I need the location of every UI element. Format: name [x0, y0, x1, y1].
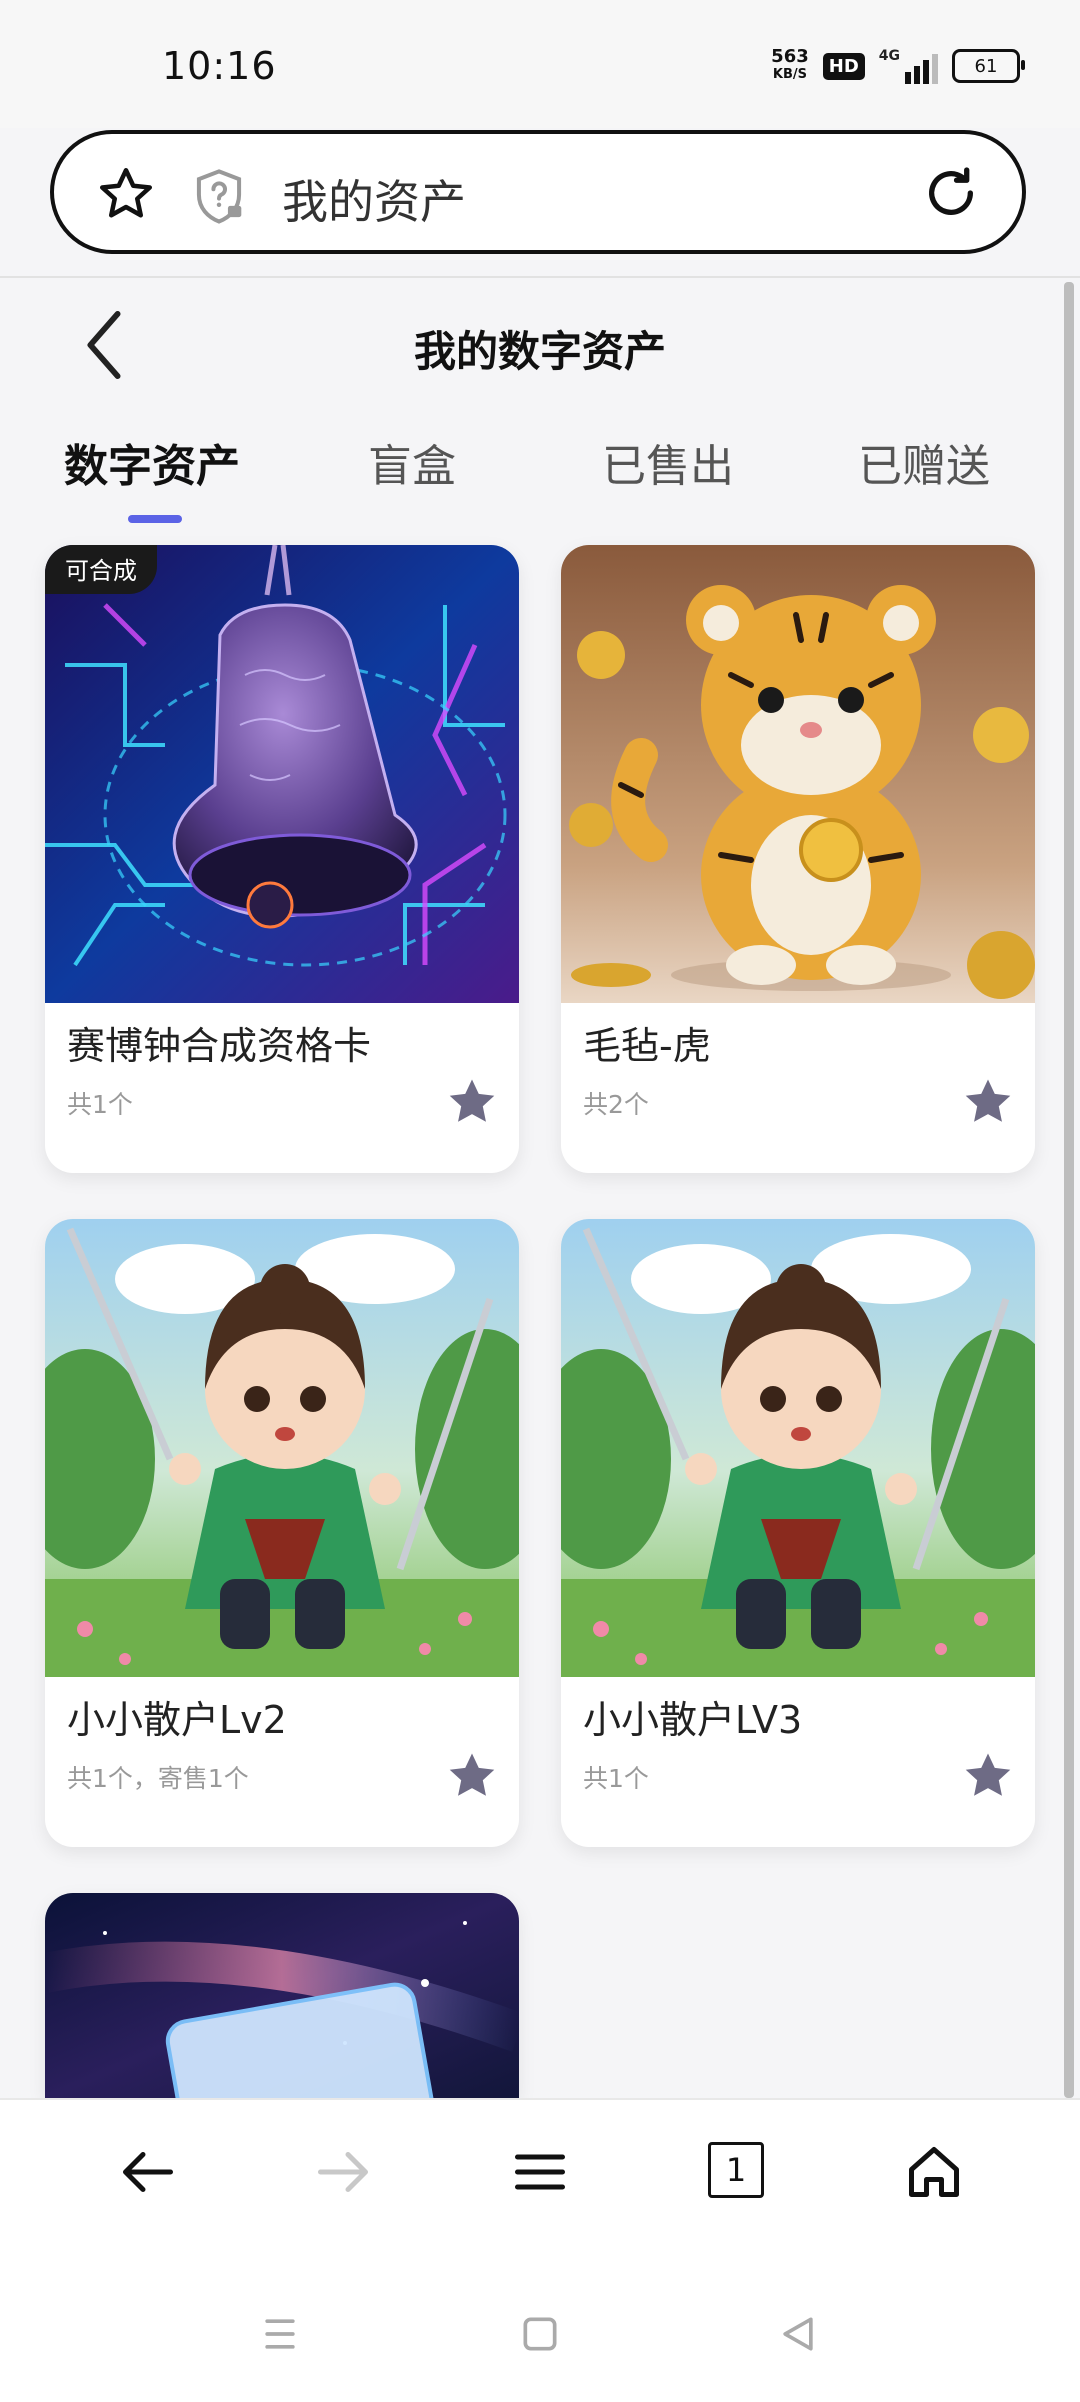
- asset-card[interactable]: 可合成 赛博钟合成资格卡 共1个: [45, 545, 519, 1173]
- menu-icon[interactable]: [510, 2142, 570, 2202]
- tab-digital-assets[interactable]: 数字资产: [64, 430, 240, 494]
- tab-indicator: [128, 515, 182, 523]
- star-icon[interactable]: [445, 1749, 499, 1803]
- galaxy-card-image: [45, 1893, 519, 2098]
- battery-icon: 61: [952, 49, 1025, 83]
- cyber-bell-image: [45, 545, 519, 1003]
- forward-arrow-icon[interactable]: [313, 2142, 373, 2202]
- asset-name: 毛毡-虎: [583, 1024, 711, 1068]
- network-speed-value: 563: [771, 46, 809, 67]
- page-title: 我的数字资产: [413, 327, 666, 376]
- star-icon[interactable]: [961, 1075, 1015, 1129]
- felt-tiger-image: [561, 545, 1035, 1003]
- home-square-icon[interactable]: [518, 2312, 562, 2356]
- home-icon[interactable]: [904, 2142, 964, 2202]
- star-icon[interactable]: [445, 1075, 499, 1129]
- back-arrow-icon[interactable]: [118, 2142, 178, 2202]
- star-outline-icon[interactable]: [96, 164, 156, 224]
- star-icon[interactable]: [961, 1749, 1015, 1803]
- asset-name: 小小散户Lv2: [67, 1698, 287, 1742]
- back-triangle-icon[interactable]: [776, 2312, 820, 2356]
- asset-count: 共1个: [583, 1764, 649, 1793]
- status-icons: 563 KB/S HD 4G 61: [771, 44, 1025, 88]
- tab-blind-box[interactable]: 盲盒: [368, 430, 456, 494]
- asset-count: 共1个，寄售1个: [67, 1764, 249, 1793]
- tab-count: 1: [725, 2151, 747, 2189]
- network-speed: 563 KB/S: [771, 48, 809, 84]
- swordsman-image: [45, 1219, 519, 1677]
- asset-card[interactable]: 毛毡-虎 共2个: [561, 545, 1035, 1173]
- synthesizable-badge: 可合成: [45, 545, 157, 594]
- tab-bar: 数字资产 盲盒 已售出 已赠送: [0, 430, 1080, 510]
- battery-level: 61: [974, 55, 998, 77]
- tab-gifted[interactable]: 已赠送: [858, 430, 990, 494]
- reload-icon[interactable]: [922, 164, 980, 222]
- address-bar[interactable]: 我的资产: [50, 130, 1026, 254]
- swordsman-image: [561, 1219, 1035, 1677]
- asset-name: 赛博钟合成资格卡: [67, 1024, 372, 1068]
- network-speed-unit: KB/S: [772, 67, 807, 82]
- asset-count: 共2个: [583, 1090, 649, 1119]
- status-time: 10:16: [162, 44, 277, 88]
- signal-icon: 4G: [879, 48, 938, 84]
- recents-icon[interactable]: [258, 2312, 302, 2356]
- asset-card[interactable]: 小小散户Lv2 共1个，寄售1个: [45, 1219, 519, 1847]
- asset-count: 共1个: [67, 1090, 133, 1119]
- scrollbar[interactable]: [1064, 282, 1074, 2098]
- shield-question-icon[interactable]: [192, 168, 246, 226]
- asset-name: 小小散户LV3: [583, 1698, 803, 1742]
- tab-sold[interactable]: 已售出: [602, 430, 734, 494]
- asset-card[interactable]: 小小散户LV3 共1个: [561, 1219, 1035, 1847]
- asset-card[interactable]: [45, 1893, 519, 2098]
- network-type: 4G: [878, 48, 900, 64]
- tabs-icon[interactable]: 1: [708, 2142, 764, 2198]
- status-bar: 10:16 563 KB/S HD 4G 61: [0, 0, 1080, 128]
- address-text[interactable]: 我的资产: [282, 166, 466, 232]
- hd-badge: HD: [822, 52, 865, 80]
